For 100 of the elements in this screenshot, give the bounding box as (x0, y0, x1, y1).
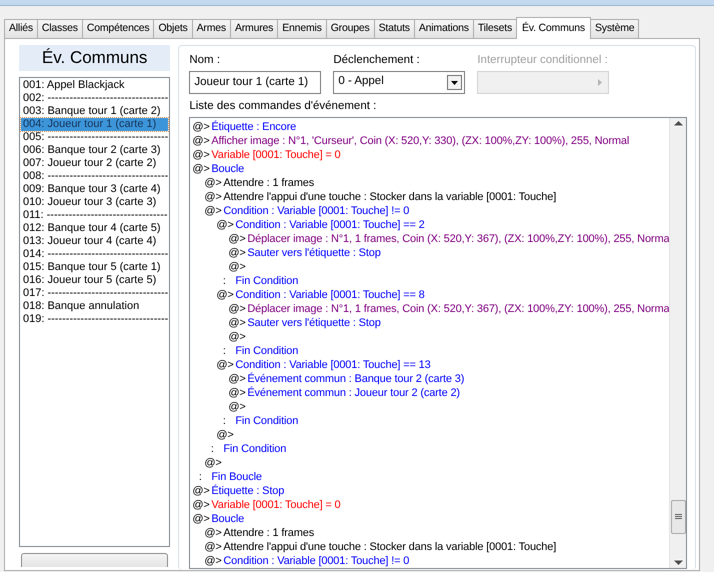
command-marker: : (222, 344, 227, 358)
command-marker: @> (228, 260, 247, 274)
command-text[interactable]: Étiquette : Encore (211, 120, 296, 134)
command-text[interactable]: Condition : Variable [0001: Touche] == 2 (235, 218, 425, 232)
name-label: Nom : (189, 54, 222, 68)
command-marker: @> (228, 316, 247, 330)
command-marker: @> (228, 372, 247, 386)
command-marker: @> (216, 428, 235, 442)
tab[interactable]: Alliés (4, 19, 38, 38)
scrollbar[interactable] (669, 118, 686, 568)
event-list-item[interactable]: 002: --------------------------------- (21, 92, 168, 106)
event-list-item[interactable]: 009: Banque tour 3 (carte 4) (21, 183, 168, 196)
command-text[interactable]: Événement commun : Banque tour 2 (carte 3) (247, 372, 464, 386)
event-list-item[interactable]: 005: --------------------------------- (21, 131, 168, 144)
command-marker: @> (228, 232, 247, 246)
command-marker: @> (204, 204, 223, 218)
event-list-item[interactable]: 014: --------------------------------- (21, 248, 168, 262)
command-marker: : (210, 442, 215, 456)
command-marker: @> (192, 162, 211, 176)
command-marker: : (222, 274, 227, 288)
command-marker: @> (204, 540, 223, 554)
event-list-item[interactable]: 007: Joueur tour 2 (carte 2) (21, 157, 168, 170)
button-edge[interactable] (21, 553, 168, 568)
command-marker: @> (192, 484, 211, 498)
event-list-item[interactable]: 003: Banque tour 1 (carte 2) (21, 105, 168, 118)
command-marker: @> (228, 386, 247, 400)
event-list-item[interactable]: 010: Joueur tour 3 (carte 3) (21, 196, 168, 210)
command-text[interactable]: Sauter vers l'étiquette : Stop (247, 246, 381, 260)
command-text[interactable]: Condition : Variable [0001: Touche] == 8 (235, 288, 425, 302)
command-marker: @> (192, 512, 211, 526)
command-marker: @> (216, 288, 235, 302)
command-text[interactable]: Fin Condition (235, 414, 298, 428)
scroll-down-icon[interactable] (674, 560, 683, 566)
tab[interactable]: Statuts (374, 19, 415, 38)
command-text[interactable]: Fin Condition (235, 274, 298, 288)
event-list-item[interactable]: 006: Banque tour 2 (carte 3) (21, 144, 168, 158)
command-text[interactable]: Attendre l'appui d'une touche : Stocker dans la variable [0001: Touche] (223, 190, 556, 204)
command-marker: @> (216, 218, 235, 232)
tab[interactable]: Armures (230, 19, 278, 38)
command-marker: @> (192, 148, 211, 162)
tab[interactable]: Animations (414, 19, 474, 38)
command-text[interactable]: Fin Condition (223, 442, 286, 456)
event-list-item[interactable]: 004: Joueur tour 1 (carte 1) (21, 118, 168, 132)
command-text[interactable]: Attendre : 1 frames (223, 526, 314, 540)
command-marker: @> (228, 330, 247, 344)
event-list-item[interactable]: 019: --------------------------------- (21, 313, 168, 326)
command-text[interactable]: Condition : Variable [0001: Touche] != 0 (223, 204, 410, 218)
scroll-thumb[interactable] (670, 500, 686, 534)
trigger-dropdown[interactable]: 0 - Appel (333, 70, 466, 94)
tab[interactable]: Classes (36, 19, 83, 38)
command-marker: @> (228, 302, 247, 316)
tab[interactable]: Ennemis (277, 19, 327, 38)
scroll-up-icon[interactable] (674, 120, 683, 126)
event-list-item[interactable]: 008: --------------------------------- (21, 170, 168, 184)
tab[interactable]: Système (590, 19, 640, 38)
event-list-item[interactable]: 013: Joueur tour 4 (carte 4) (21, 235, 168, 248)
command-text[interactable]: Attendre : 1 frames (223, 176, 314, 190)
tab[interactable]: Groupes (326, 19, 375, 38)
command-text[interactable]: Fin Boucle (211, 470, 262, 484)
command-text[interactable]: Déplacer image : N°1, 1 frames, Coin (X: 520,Y: 367), (ZX: 100%,ZY: 100%), 255, Norma (247, 302, 670, 316)
tab[interactable]: Év. Communs (516, 17, 591, 39)
command-marker: @> (204, 176, 223, 190)
tab[interactable]: Tilesets (472, 19, 517, 38)
event-list-item[interactable]: 017: --------------------------------- (21, 287, 168, 300)
command-marker: : (198, 470, 203, 484)
command-marker: @> (192, 498, 211, 512)
command-text[interactable]: Variable [0001: Touche] = 0 (211, 498, 341, 512)
command-text[interactable]: Étiquette : Stop (211, 484, 284, 498)
command-marker: @> (216, 358, 235, 372)
event-list-item[interactable]: 011: --------------------------------- (21, 209, 168, 222)
name-field[interactable]: Joueur tour 1 (carte 1) (189, 70, 322, 94)
event-list-item[interactable]: 016: Joueur tour 5 (carte 5) (21, 274, 168, 288)
event-list-item[interactable]: 015: Banque tour 5 (carte 1) (21, 261, 168, 274)
commands-label: Liste des commandes d'événement : (189, 100, 378, 114)
tab[interactable]: Objets (153, 19, 193, 38)
event-list-item[interactable]: 012: Banque tour 4 (carte 5) (21, 222, 168, 236)
command-text[interactable]: Boucle (211, 512, 244, 526)
command-marker: @> (204, 554, 223, 568)
tab[interactable]: Compétences (82, 19, 154, 38)
event-list-item[interactable]: 018: Banque annulation (21, 300, 168, 314)
command-text[interactable]: Condition : Variable [0001: Touche] == 13 (235, 358, 431, 372)
command-marker: @> (228, 400, 247, 414)
command-text[interactable]: Variable [0001: Touche] = 0 (211, 148, 341, 162)
tab[interactable]: Armes (192, 19, 231, 38)
command-text[interactable]: Afficher image : N°1, 'Curseur', Coin (X: 520,Y: 330), (ZX: 100%,ZY: 100%), 255, Normal (211, 134, 630, 148)
command-text[interactable]: Déplacer image : N°1, 1 frames, Coin (X: 520,Y: 367), (ZX: 100%,ZY: 100%), 255, Norma (247, 232, 670, 246)
command-marker: @> (192, 120, 211, 134)
event-list-item[interactable]: 001: Appel Blackjack (21, 79, 168, 92)
command-marker: @> (192, 134, 211, 148)
command-text[interactable]: Sauter vers l'étiquette : Stop (247, 316, 381, 330)
command-text[interactable]: Attendre l'appui d'une touche : Stocker dans la variable [0001: Touche] (223, 540, 556, 554)
command-text[interactable]: Événement commun : Joueur tour 2 (carte 2) (247, 386, 460, 400)
command-marker: @> (204, 456, 223, 470)
command-marker: @> (228, 246, 247, 260)
command-text[interactable]: Boucle (211, 162, 244, 176)
command-text[interactable]: Fin Condition (235, 344, 298, 358)
command-text[interactable]: Condition : Variable [0001: Touche] != 0 (223, 554, 410, 568)
command-marker: @> (204, 526, 223, 540)
sidebar-title: Év. Communs (19, 45, 170, 72)
trigger-label: Déclenchement : (333, 54, 421, 68)
